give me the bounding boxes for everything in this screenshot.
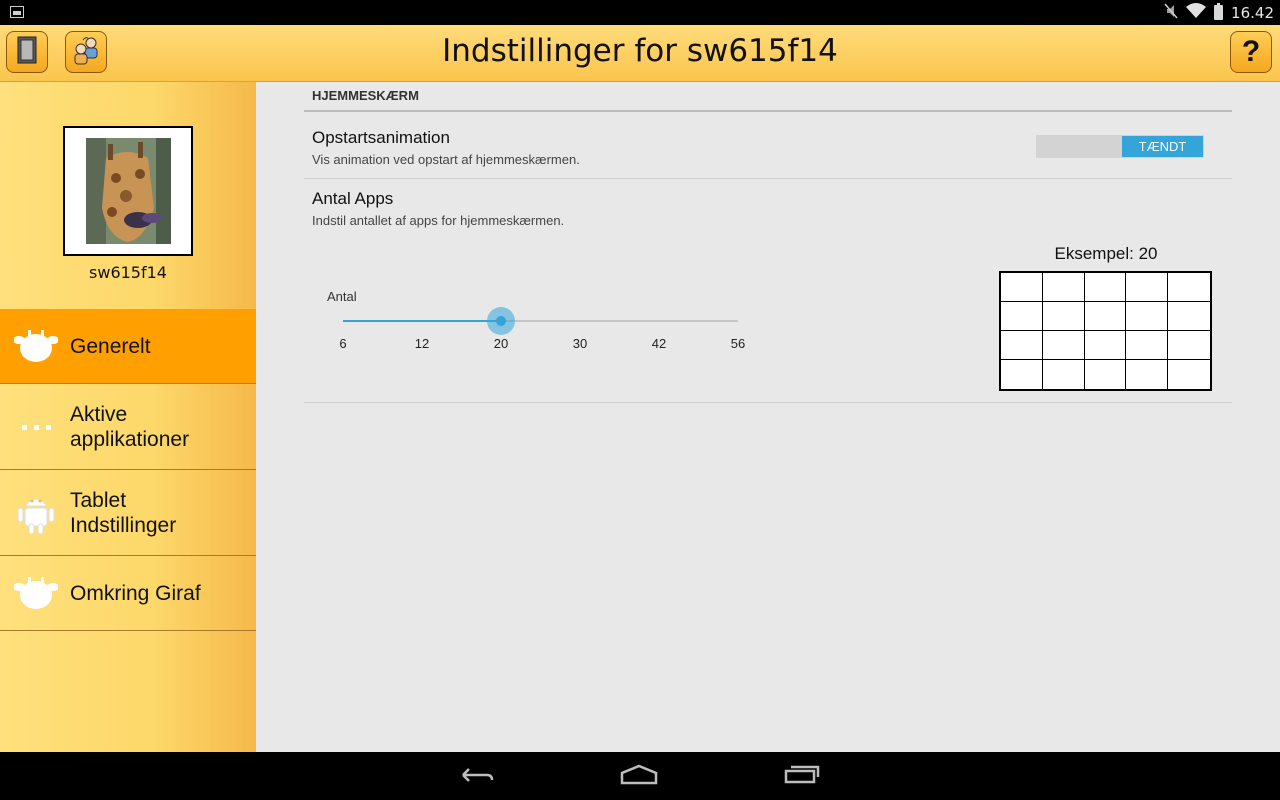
battery-icon <box>1214 3 1224 20</box>
grid-cell <box>1042 273 1085 302</box>
slider-tick-label: 6 <box>339 336 347 351</box>
help-label: ? <box>1241 35 1261 68</box>
status-bar: 16.42 <box>0 0 1280 25</box>
grid-cell <box>1043 360 1085 389</box>
app-count-slider[interactable] <box>343 307 738 335</box>
divider <box>304 402 1232 403</box>
slider-tick-label: 12 <box>414 336 430 351</box>
grid-cell <box>1168 302 1210 331</box>
sidebar-item-generelt[interactable]: Generelt <box>0 309 256 384</box>
sidebar-item-tablet-indstillinger[interactable]: Tablet Indstillinger <box>0 470 256 556</box>
sidebar-item-aktive-applikationer[interactable]: Aktive applikationer <box>0 384 256 470</box>
app-count-title: Antal Apps <box>312 189 394 208</box>
status-time: 16.42 <box>1231 3 1274 22</box>
sidebar-menu: Generelt Aktive applikationer Tablet Ind… <box>0 309 256 631</box>
grid-cell <box>1126 302 1169 331</box>
slider-tick-label: 30 <box>572 336 588 351</box>
grid-cell <box>1084 273 1127 302</box>
startup-animation-toggle[interactable]: TÆNDT <box>1036 135 1204 158</box>
help-button[interactable]: ? <box>1230 31 1272 73</box>
toggle-on-label: TÆNDT <box>1122 136 1203 157</box>
recent-apps-icon <box>783 763 821 789</box>
sidebar-item-label: Omkring Giraf <box>70 581 201 605</box>
startup-animation-summary: Vis animation ved opstart af hjemmeskærm… <box>312 152 580 167</box>
grid-cell <box>1126 331 1169 360</box>
sidebar: sw615f14 Generelt Aktive applikationer T… <box>0 82 256 752</box>
grid-cell <box>1085 360 1127 389</box>
wifi-icon <box>1186 3 1207 22</box>
divider <box>304 178 1232 179</box>
example-label: Eksempel: 20 <box>1054 244 1158 263</box>
home-icon <box>619 763 659 789</box>
grid-cell <box>1001 360 1043 389</box>
home-button[interactable] <box>619 762 659 790</box>
navigation-bar <box>0 752 1280 800</box>
grid-cell <box>1126 273 1169 302</box>
grid-cell <box>1001 273 1043 302</box>
startup-animation-title: Opstartsanimation <box>312 128 450 147</box>
sidebar-item-label: Generelt <box>70 334 151 358</box>
image-icon <box>10 6 24 18</box>
grid-cell <box>1168 331 1210 360</box>
slider-tick-label: 42 <box>651 336 667 351</box>
action-bar: Indstillinger for sw615f14 ? <box>0 25 1280 82</box>
app-count-summary: Indstil antallet af apps for hjemmeskærm… <box>312 213 565 228</box>
dots-icon <box>14 407 58 447</box>
giraffe-photo <box>86 138 171 244</box>
grid-cell <box>1042 331 1085 360</box>
settings-content: HJEMMESKÆRM Opstartsanimation Vis animat… <box>256 82 1280 752</box>
recent-apps-button[interactable] <box>782 762 822 790</box>
slider-thumb[interactable] <box>496 316 506 326</box>
giraffe-head-icon <box>14 326 58 366</box>
grid-cell <box>1084 302 1127 331</box>
grid-cell <box>1042 302 1085 331</box>
grid-cell <box>1126 360 1169 389</box>
profile-name: sw615f14 <box>89 263 167 282</box>
mute-icon <box>1164 3 1178 23</box>
back-icon <box>459 763 495 789</box>
status-icons: 16.42 <box>1164 0 1274 25</box>
giraffe-head-icon <box>14 573 58 613</box>
sidebar-item-omkring-giraf[interactable]: Omkring Giraf <box>0 556 256 631</box>
grid-cell <box>1001 302 1043 331</box>
slider-fill <box>343 320 501 322</box>
slider-tick-label: 20 <box>493 336 509 351</box>
grid-cell <box>1168 360 1210 389</box>
sidebar-item-label: Aktive applikationer <box>70 402 190 451</box>
avatar[interactable] <box>63 126 193 256</box>
slider-label: Antal <box>327 289 357 304</box>
android-icon <box>14 493 58 534</box>
slider-tick-label: 56 <box>730 336 746 351</box>
back-button[interactable] <box>457 762 497 790</box>
section-header: HJEMMESKÆRM <box>304 88 1232 112</box>
page-title: Indstillinger for sw615f14 <box>442 33 838 69</box>
grid-cell <box>1001 331 1043 360</box>
sidebar-item-label: Tablet Indstillinger <box>70 488 177 537</box>
app-grid-preview <box>999 271 1212 391</box>
grid-cell <box>1168 273 1210 302</box>
grid-cell <box>1084 331 1127 360</box>
